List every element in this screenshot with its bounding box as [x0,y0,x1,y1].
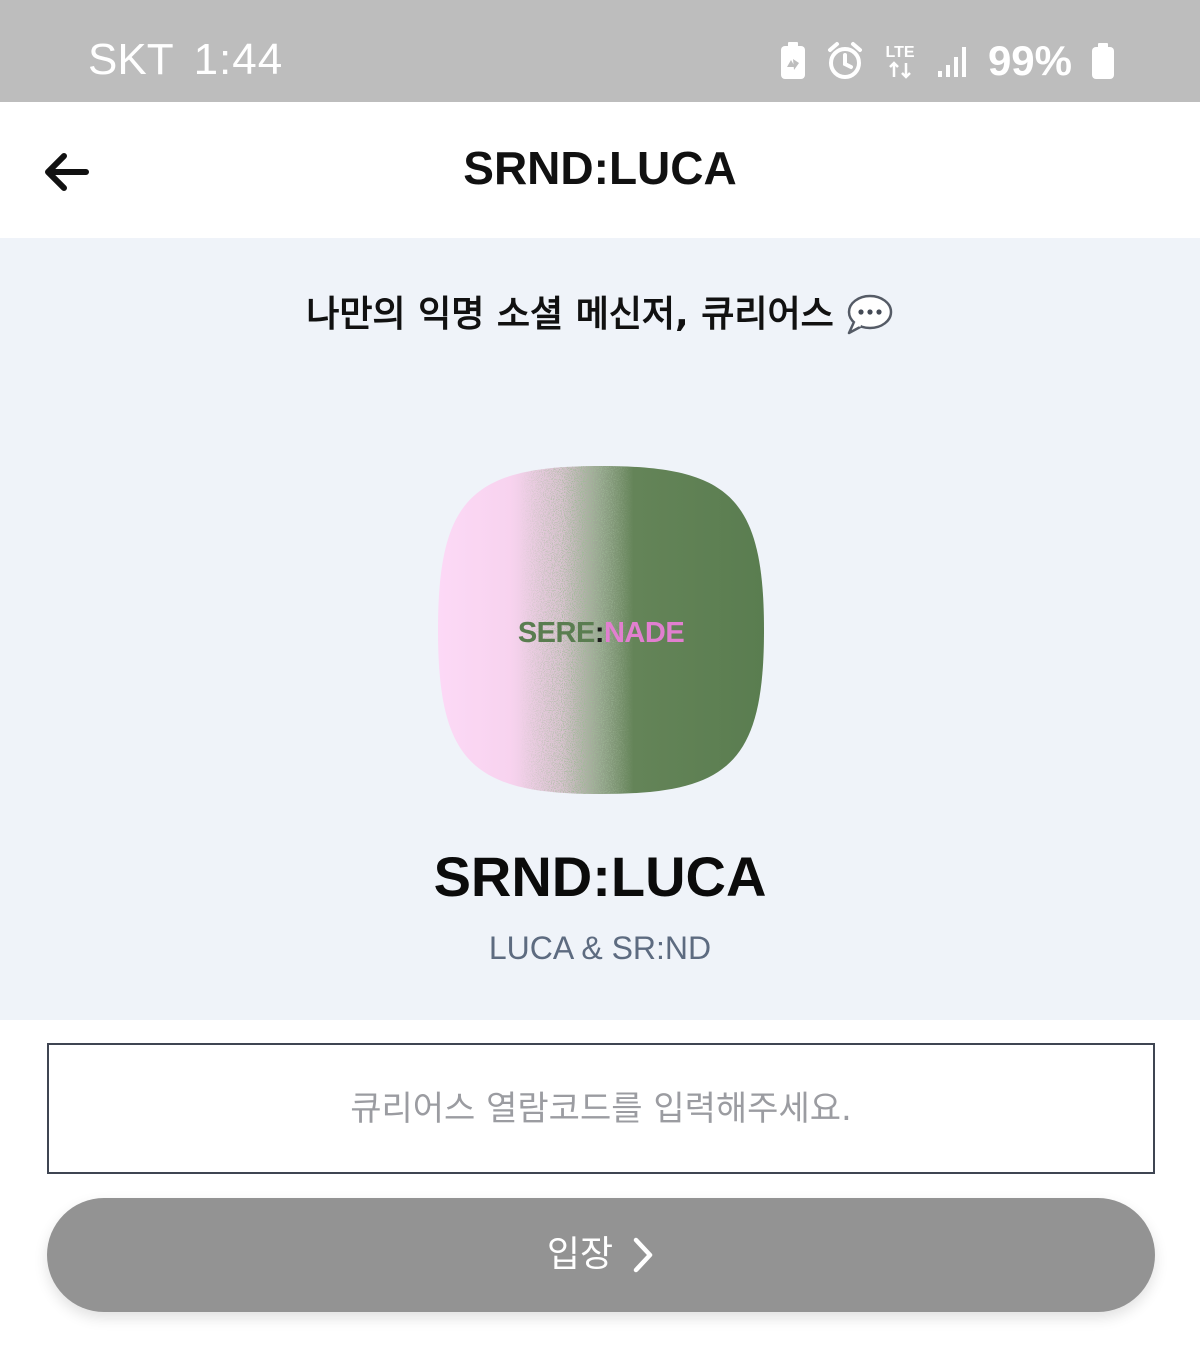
battery-saver-icon [780,42,805,79]
chat-bubble-icon [847,294,892,335]
app-author: LUCA & SR:ND [488,930,712,966]
app-name: SRND:LUCA [433,845,767,908]
lte-label: LTE [885,44,914,61]
carrier-label: SKT [88,35,174,84]
alarm-icon [827,42,862,79]
logo-text-right: NADE [604,617,684,649]
status-left: SKT 1:44 [88,34,283,86]
svg-text:SERE:NADE: SERE:NADE [518,617,684,649]
access-code-input[interactable] [47,1043,1155,1174]
logo-text-left: SERE [518,617,595,649]
hero-section: 나만의 익명 소셜 메신저, 큐리어스 SERE:NADE SRND:LUCA … [0,238,1200,1020]
logo-separator: : [595,617,604,649]
app-header: SRND:LUCA [0,102,1200,238]
enter-button[interactable]: 입장 [47,1198,1155,1312]
status-bar: SKT 1:44 LTE 99% [0,0,1200,102]
app-icon-graphic: SERE:NADE [438,466,764,794]
battery-percent: 99% [987,37,1072,84]
status-right: LTE 99% [778,36,1116,86]
page-title: SRND:LUCA [463,142,737,194]
signal-icon [937,47,966,77]
tagline: 나만의 익명 소셜 메신저, 큐리어스 [0,290,1200,340]
tagline-text: 나만의 익명 소셜 메신저, 큐리어스 [306,294,834,335]
app-icon: SERE:NADE [438,466,764,794]
lte-icon: LTE [885,44,915,79]
chevron-right-icon [633,1237,653,1273]
status-time: 1:44 [193,35,284,84]
battery-icon [1092,43,1114,79]
enter-button-label: 입장 [546,1234,614,1275]
